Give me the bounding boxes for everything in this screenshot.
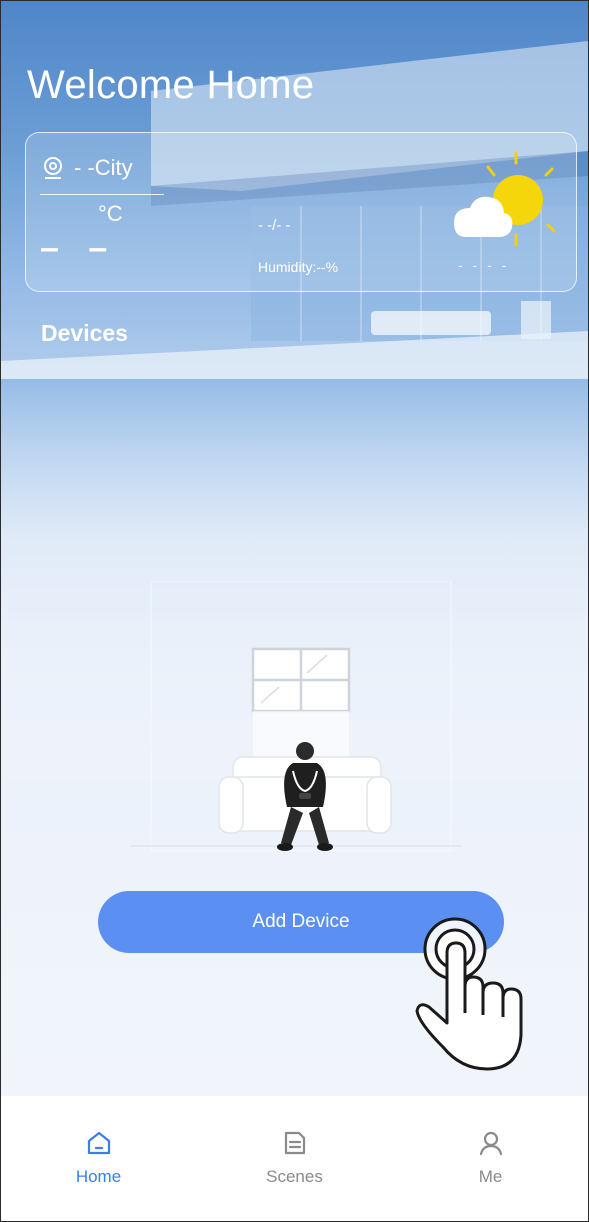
- tab-me[interactable]: Me: [393, 1096, 588, 1221]
- tab-scenes[interactable]: Scenes: [197, 1096, 392, 1221]
- tab-home-label: Home: [75, 1167, 122, 1186]
- location-row[interactable]: - -City: [42, 155, 133, 181]
- date-text: - -/- -: [258, 217, 291, 234]
- weather-card[interactable]: - -City °C – – - -/- - Humidity:--% - - …: [25, 132, 577, 292]
- city-name: - -City: [74, 155, 133, 180]
- location-pin-icon: [44, 157, 62, 179]
- wind-text: - - - -: [458, 257, 510, 273]
- profile-icon: [479, 1131, 502, 1156]
- city-underline: [40, 194, 164, 195]
- temperature-unit: °C: [98, 201, 123, 226]
- tab-home[interactable]: Home: [1, 1096, 196, 1221]
- bottom-tab-bar: Home Scenes Me: [1, 1096, 588, 1221]
- empty-devices-illustration: [131, 581, 461, 852]
- tap-hand-icon: [415, 917, 523, 1071]
- scenes-icon: [284, 1131, 305, 1155]
- devices-heading: Devices: [41, 320, 128, 346]
- app-screen: Welcome Home - -City °C – – - -/- - Humi…: [0, 0, 589, 1222]
- partly-cloudy-icon: [454, 151, 556, 247]
- tab-me-label: Me: [478, 1167, 503, 1186]
- humidity-text: Humidity:--%: [258, 259, 339, 275]
- tab-scenes-label: Scenes: [266, 1167, 323, 1186]
- hero-background: Welcome Home - -City °C – – - -/- - Humi…: [1, 1, 588, 1096]
- temperature-value: – –: [40, 229, 118, 267]
- home-icon: [87, 1131, 110, 1155]
- page-title: Welcome Home: [27, 63, 315, 107]
